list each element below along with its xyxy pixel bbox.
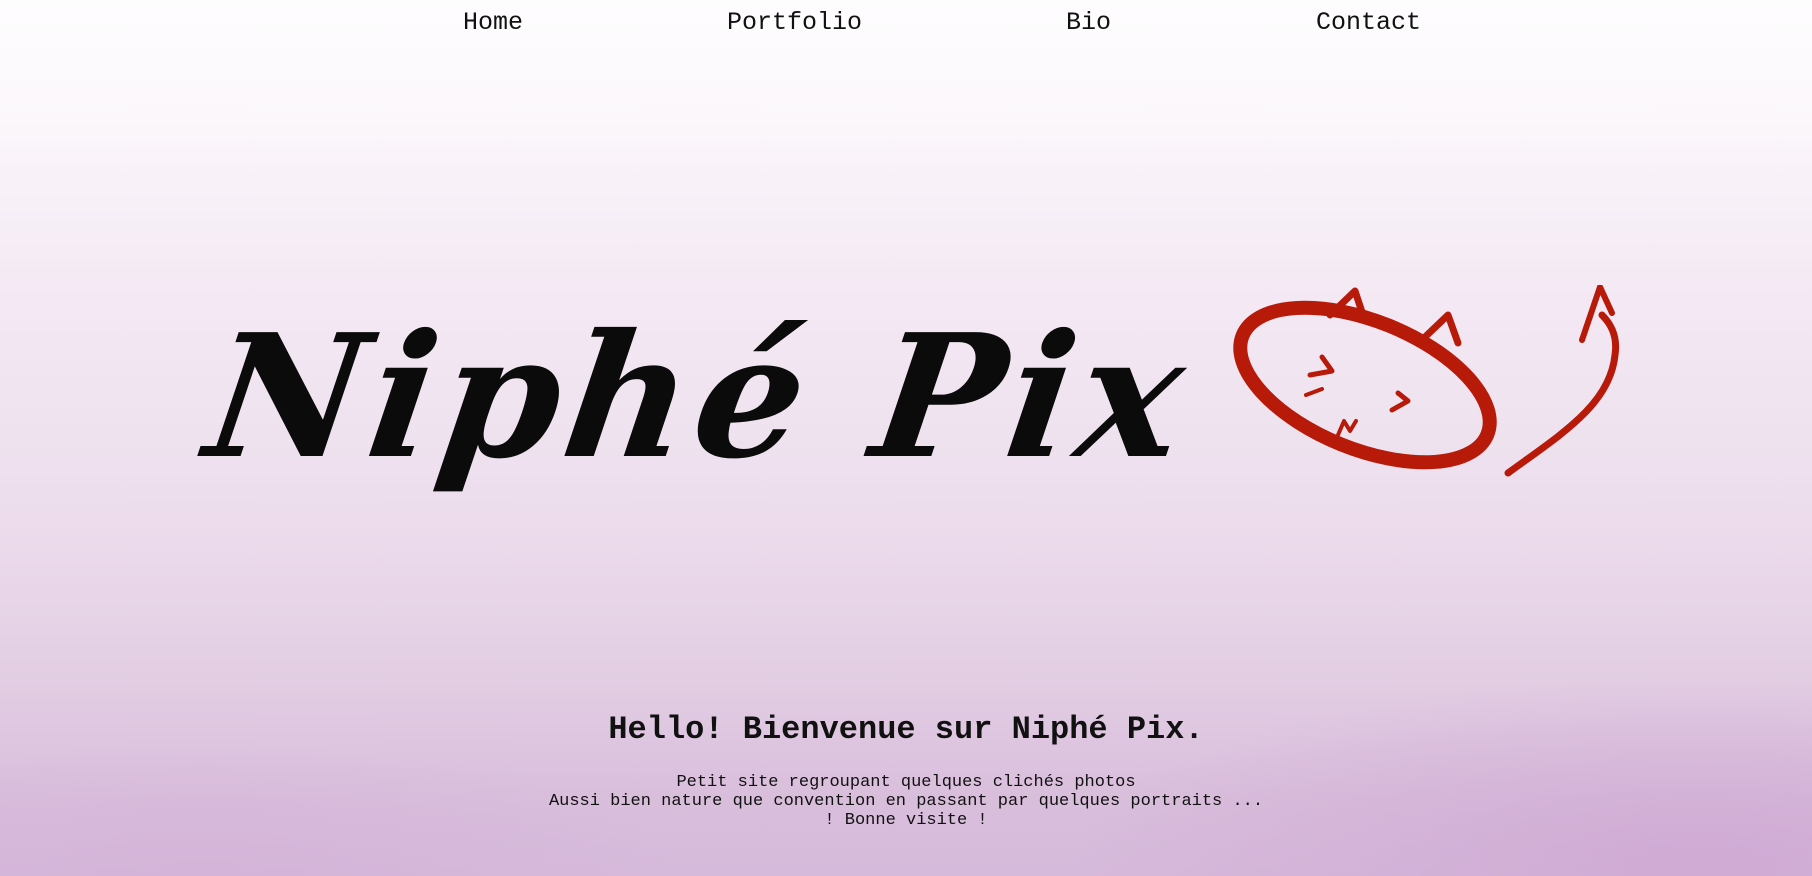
intro-line: Aussi bien nature que convention en pass… [548, 792, 1264, 811]
nav-link-bio[interactable]: Bio [1066, 6, 1111, 40]
main-nav: Home Portfolio Bio Contact [0, 0, 1812, 46]
nav-link-home[interactable]: Home [463, 6, 523, 40]
intro-text: Petit site regroupant quelques clichés p… [0, 773, 1812, 830]
nav-link-portfolio[interactable]: Portfolio [727, 6, 862, 40]
intro-line: ! Bonne visite ! [824, 811, 988, 830]
site-logo: Niphé Pix [196, 285, 1620, 545]
welcome-heading: Hello! Bienvenue sur Niphé Pix. [608, 711, 1204, 748]
intro-line: Petit site regroupant quelques clichés p… [676, 773, 1136, 792]
logo-wordmark: Niphé Pix [195, 297, 1202, 497]
nav-link-contact[interactable]: Contact [1316, 6, 1421, 40]
cat-face-icon [1233, 285, 1620, 477]
